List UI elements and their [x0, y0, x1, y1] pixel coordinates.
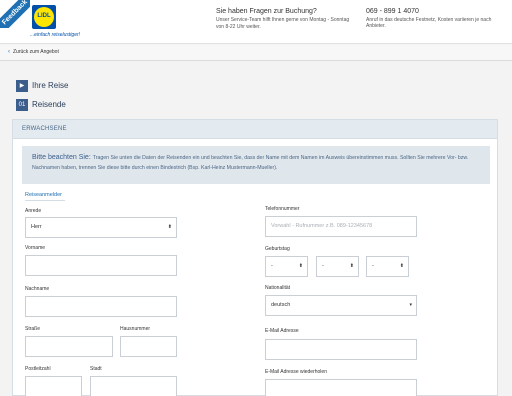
section-title: ERWACHSENE	[13, 120, 497, 139]
email-repeat-label: E-Mail Adresse wiederholen	[265, 369, 327, 375]
step-number: 01	[16, 99, 28, 111]
adults-section: ERWACHSENE Bitte beachten Sie: Tragen Sie…	[12, 119, 498, 396]
divider	[25, 200, 65, 201]
select-arrows-icon: ⬍	[167, 224, 172, 230]
back-label: Zurück zum Angebot	[13, 49, 59, 55]
anrede-label: Anrede	[25, 208, 42, 214]
page-header: LIDL ...einfach reiselustiger! Sie haben…	[0, 0, 512, 44]
logo-text: LIDL	[37, 13, 51, 19]
birthday-day-value: -	[271, 263, 273, 269]
feedback-ribbon[interactable]: Feedback	[0, 0, 30, 28]
step-label: Ihre Reise	[32, 81, 69, 90]
hausnummer-label: Hausnummer	[120, 326, 151, 332]
nationalitaet-label: Nationalität	[265, 285, 291, 291]
anrede-value: Herr	[31, 224, 42, 230]
telefon-placeholder: Vorwahl - Rufnummer z.B. 089-12345678	[271, 223, 373, 229]
stadt-label: Stadt	[90, 366, 102, 372]
logo-circle: LIDL	[34, 7, 54, 27]
vorname-label: Vorname	[25, 245, 46, 251]
feedback-label[interactable]: Feedback	[0, 0, 30, 28]
birthday-month-value: -	[322, 263, 324, 269]
play-icon: ▶	[16, 80, 28, 92]
back-bar: ‹ Zurück zum Angebot	[0, 45, 512, 61]
select-arrows-icon: ⬍	[298, 263, 303, 269]
anrede-select[interactable]: Herr ⬍	[25, 217, 177, 238]
help-title: Sie haben Fragen zur Buchung?	[216, 8, 317, 15]
slogan: ...einfach reiselustiger!	[30, 32, 81, 38]
notice-box: Bitte beachten Sie: Tragen Sie unten die …	[22, 146, 490, 184]
nachname-label: Nachname	[25, 286, 50, 292]
nationalitaet-select[interactable]: deutsch ▾	[265, 295, 417, 316]
plz-label: Postleitzahl	[25, 366, 51, 372]
strasse-input[interactable]	[25, 336, 113, 357]
hotline-phone[interactable]: 069 - 899 1 4070	[366, 8, 419, 15]
geburtstag-label: Geburtstag	[265, 246, 290, 252]
birthday-month-select[interactable]: - ⬍	[316, 256, 359, 277]
step-label: Reisende	[32, 100, 66, 109]
plz-input[interactable]	[25, 376, 82, 396]
birthday-year-select[interactable]: - ⬍	[366, 256, 409, 277]
nationalitaet-value: deutsch	[271, 302, 291, 308]
select-arrows-icon: ⬍	[349, 263, 354, 269]
notice-text: Tragen Sie unten die Daten der Reisenden…	[32, 155, 469, 171]
email-input[interactable]	[265, 339, 417, 360]
back-to-offer-link[interactable]: ‹ Zurück zum Angebot	[8, 49, 59, 55]
chevron-down-icon: ▾	[409, 302, 412, 308]
telefon-input[interactable]: Vorwahl - Rufnummer z.B. 089-12345678	[265, 216, 417, 237]
birthday-year-value: -	[372, 263, 374, 269]
stadt-input[interactable]	[90, 376, 177, 396]
notice-strong: Bitte beachten Sie:	[32, 154, 91, 161]
phone-note: Anruf in das deutsche Festnetz, Kosten v…	[366, 17, 492, 29]
nachname-input[interactable]	[25, 296, 177, 317]
telefon-label: Telefonnummer	[265, 206, 300, 212]
email-label: E-Mail Adresse	[265, 328, 299, 334]
email-repeat-input[interactable]	[265, 379, 417, 396]
help-text: Unser Service-Team hilft Ihnen gerne von…	[216, 17, 350, 30]
sub-heading: Reiseanmelder	[25, 192, 62, 198]
vorname-input[interactable]	[25, 255, 177, 276]
hausnummer-input[interactable]	[120, 336, 177, 357]
birthday-day-select[interactable]: - ⬍	[265, 256, 308, 277]
chevron-left-icon: ‹	[8, 49, 10, 55]
lidl-logo[interactable]: LIDL	[32, 5, 56, 29]
strasse-label: Straße	[25, 326, 41, 332]
select-arrows-icon: ⬍	[399, 263, 404, 269]
